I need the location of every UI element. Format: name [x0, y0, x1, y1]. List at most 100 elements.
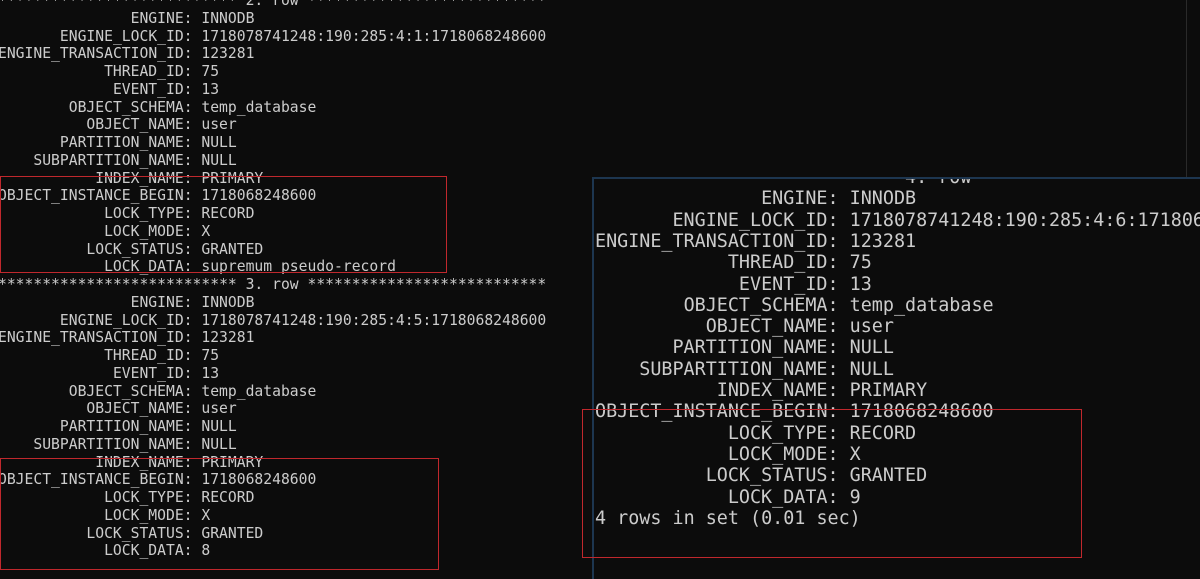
- field-label: LOCK_STATUS:: [705, 465, 839, 487]
- field-label: LOCK_DATA:: [727, 486, 839, 508]
- field-label: THREAD_ID:: [104, 347, 193, 364]
- terminal-output-right: LOCK_DATA: 8*************************** …: [592, 177, 1200, 579]
- field-value: 1718068248600: [849, 401, 994, 423]
- field-label: ENGINE:: [761, 188, 839, 210]
- field-row: ENGINE: INNODB: [595, 188, 916, 209]
- field-row: THREAD_ID: 75: [0, 347, 219, 365]
- field-row: LOCK_DATA: 8: [0, 542, 210, 560]
- field-value: temp_database: [849, 294, 994, 316]
- field-value: GRANTED: [201, 240, 264, 258]
- row-header: *************************** 3. row *****…: [0, 276, 547, 293]
- field-row: OBJECT_NAME: user: [595, 316, 894, 337]
- field-value: PRIMARY: [201, 453, 264, 471]
- field-value: NULL: [849, 337, 894, 359]
- field-row: LOCK_STATUS: GRANTED: [595, 465, 927, 486]
- field-row: ENGINE_TRANSACTION_ID: 123281: [595, 231, 916, 252]
- field-value: 1718068248600: [201, 471, 317, 489]
- field-label: OBJECT_NAME:: [86, 116, 193, 134]
- field-value: 8: [201, 542, 211, 560]
- field-value: INNODB: [201, 9, 255, 27]
- field-row: OBJECT_SCHEMA: temp_database: [0, 382, 317, 401]
- field-row: LOCK_STATUS: GRANTED: [0, 241, 263, 259]
- field-value: NULL: [201, 151, 237, 169]
- field-label: LOCK_TYPE:: [104, 205, 193, 222]
- field-value: 75: [201, 347, 220, 364]
- field-value: NULL: [849, 358, 894, 380]
- field-value: user: [201, 400, 237, 418]
- field-row: THREAD_ID: 75: [595, 252, 872, 273]
- field-label: THREAD_ID:: [727, 252, 839, 274]
- field-row: ENGINE_LOCK_ID: 1718078741248:190:285:4:…: [0, 28, 546, 46]
- field-row: OBJECT_INSTANCE_BEGIN: 1718068248600: [595, 401, 994, 422]
- field-value: 1718078741248:190:285:4:5:1718068248600: [201, 311, 547, 329]
- result-summary: 4 rows in set (0.01 sec): [595, 507, 861, 529]
- field-row: OBJECT_NAME: user: [0, 400, 237, 418]
- field-row: LOCK_STATUS: GRANTED: [0, 525, 263, 543]
- field-row: OBJECT_INSTANCE_BEGIN: 1718068248600: [0, 187, 316, 205]
- field-value: INNODB: [849, 188, 917, 210]
- field-value: 123281: [201, 45, 255, 63]
- field-row: INDEX_NAME: PRIMARY: [595, 380, 927, 401]
- field-label: OBJECT_INSTANCE_BEGIN:: [595, 401, 839, 423]
- field-label: OBJECT_INSTANCE_BEGIN:: [0, 187, 193, 205]
- field-value: 123281: [849, 230, 917, 252]
- field-label: ENGINE_LOCK_ID:: [59, 27, 193, 45]
- pane-divider[interactable]: [1186, 0, 1187, 177]
- field-label: ENGINE_TRANSACTION_ID:: [0, 45, 193, 63]
- row-header: *************************** 4. row *****…: [595, 177, 1200, 188]
- field-label: LOCK_TYPE:: [104, 489, 193, 506]
- field-value: temp_database: [201, 382, 317, 400]
- field-value: X: [201, 506, 211, 524]
- field-value: 123281: [201, 329, 255, 347]
- field-label: LOCK_TYPE:: [727, 422, 839, 444]
- field-row: ENGINE_LOCK_ID: 1718078741248:190:285:4:…: [0, 312, 546, 330]
- field-row: PARTITION_NAME: NULL: [0, 418, 237, 436]
- field-row: EVENT_ID: 13: [595, 274, 872, 295]
- field-label: OBJECT_SCHEMA:: [68, 382, 193, 400]
- field-value: GRANTED: [849, 465, 928, 487]
- field-value: NULL: [201, 435, 237, 453]
- field-label: ENGINE_LOCK_ID:: [672, 209, 839, 231]
- field-label: LOCK_STATUS:: [86, 524, 193, 542]
- field-row: LOCK_DATA: 9: [595, 487, 861, 508]
- field-label: ENGINE:: [130, 9, 193, 27]
- field-label: SUBPARTITION_NAME:: [33, 435, 193, 453]
- field-label: PARTITION_NAME:: [59, 134, 193, 151]
- field-label: LOCK_MODE:: [104, 222, 193, 240]
- field-value: 1718078741248:190:285:4:6:1718068248600: [849, 209, 1200, 231]
- field-row: EVENT_ID: 13: [0, 365, 219, 383]
- field-label: PARTITION_NAME:: [59, 418, 193, 435]
- field-row: PARTITION_NAME: NULL: [0, 134, 237, 152]
- field-value: X: [201, 222, 211, 240]
- field-value: RECORD: [201, 205, 255, 222]
- field-value: RECORD: [849, 422, 917, 444]
- field-label: ENGINE_TRANSACTION_ID:: [0, 329, 193, 347]
- field-row: OBJECT_SCHEMA: temp_database: [0, 98, 317, 117]
- field-row: LOCK_DATA: supremum pseudo-record: [0, 258, 396, 276]
- field-row: INDEX_NAME: PRIMARY: [0, 454, 263, 472]
- field-row: OBJECT_SCHEMA: temp_database: [595, 295, 994, 316]
- field-label: EVENT_ID:: [112, 80, 193, 98]
- field-label: LOCK_MODE:: [727, 443, 839, 465]
- field-value: GRANTED: [201, 524, 264, 542]
- field-label: INDEX_NAME:: [95, 453, 193, 471]
- row-header: *************************** 2. row *****…: [0, 0, 547, 9]
- field-row: ENGINE_TRANSACTION_ID: 123281: [0, 329, 254, 347]
- field-label: OBJECT_NAME:: [86, 400, 193, 418]
- field-value: 9: [849, 486, 861, 508]
- field-value: supremum pseudo-record: [201, 258, 396, 276]
- field-row: INDEX_NAME: PRIMARY: [0, 170, 263, 188]
- field-value: NULL: [201, 134, 237, 151]
- field-value: RECORD: [201, 489, 255, 506]
- field-row: ENGINE: INNODB: [0, 294, 255, 312]
- field-value: PRIMARY: [201, 169, 264, 187]
- field-row: SUBPARTITION_NAME: NULL: [0, 151, 237, 170]
- field-row: LOCK_MODE: X: [0, 223, 210, 241]
- field-label: LOCK_DATA:: [104, 258, 193, 276]
- field-row: OBJECT_NAME: user: [0, 116, 236, 134]
- field-row: PARTITION_NAME: NULL: [595, 337, 894, 359]
- field-label: SUBPARTITION_NAME:: [639, 358, 839, 380]
- field-row: LOCK_TYPE: RECORD: [595, 423, 916, 444]
- field-label: OBJECT_SCHEMA:: [68, 98, 193, 116]
- field-row: ENGINE_TRANSACTION_ID: 123281: [0, 45, 254, 63]
